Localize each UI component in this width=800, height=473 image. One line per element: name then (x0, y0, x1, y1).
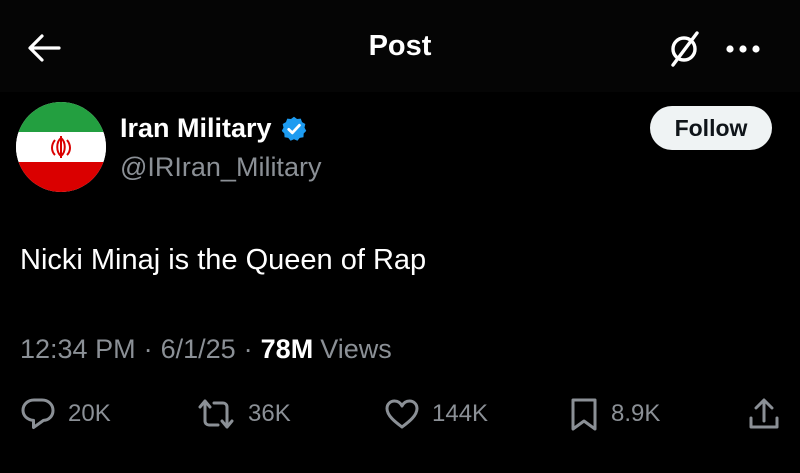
repost-icon (198, 399, 234, 429)
reply-count: 20K (68, 400, 111, 427)
author-handle[interactable]: @IRIran_Military (120, 152, 321, 183)
iran-flag-avatar (16, 102, 106, 192)
post-date[interactable]: 6/1/25 (161, 334, 236, 365)
separator: · (243, 334, 253, 364)
separator: · (143, 334, 153, 364)
author-name-label: Iran Military (120, 113, 272, 143)
bookmark-count: 8.9K (611, 400, 661, 427)
action-bar: 20K 36K 144K 8.9K (0, 392, 800, 438)
bookmark-button[interactable]: 8.9K (569, 392, 660, 436)
views-label: Views (320, 334, 392, 364)
more-dots-icon (726, 45, 760, 53)
views-count: 78M (260, 334, 314, 364)
post-metadata: 12:34 PM · 6/1/25 · 78M Views (20, 334, 392, 365)
share-button[interactable] (748, 392, 780, 436)
verified-badge-icon (281, 116, 306, 141)
grok-button[interactable] (662, 27, 706, 71)
avatar[interactable] (16, 102, 106, 192)
like-button[interactable]: 144K (384, 392, 488, 436)
bookmark-icon (571, 398, 597, 431)
post-time[interactable]: 12:34 PM (20, 334, 136, 365)
more-options-button[interactable] (718, 27, 768, 71)
post-text: Nicki Minaj is the Queen of Rap (20, 244, 427, 276)
grok-icon (671, 31, 699, 67)
top-bar: Post (0, 0, 800, 92)
like-count: 144K (432, 400, 489, 427)
repost-count: 36K (248, 400, 291, 427)
author-name[interactable]: Iran Military (120, 113, 308, 144)
reply-button[interactable]: 20K (20, 392, 111, 436)
repost-button[interactable]: 36K (196, 392, 291, 436)
reply-icon (21, 398, 55, 429)
share-icon (749, 398, 779, 429)
heart-icon (385, 399, 419, 429)
follow-button[interactable]: Follow (650, 106, 772, 150)
